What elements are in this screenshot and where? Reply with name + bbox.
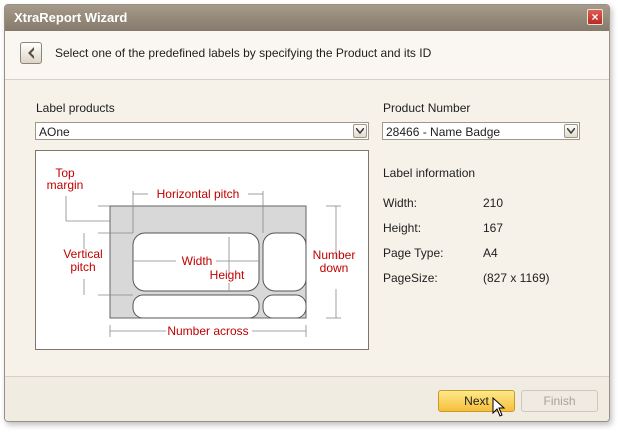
width-key: Width: xyxy=(383,196,418,210)
chevron-down-icon xyxy=(356,128,364,134)
height-value: 167 xyxy=(483,221,504,235)
product-number-dropdown-button[interactable] xyxy=(564,124,578,138)
top-margin-label-line2: margin xyxy=(47,178,84,192)
vertical-pitch-label-line1: Vertical xyxy=(63,247,102,261)
product-number-value: 28466 - Name Badge xyxy=(386,125,501,139)
label-layout-diagram: Top margin Horizontal pitch Vertical pit… xyxy=(35,150,369,350)
instruction-text: Select one of the predefined labels by s… xyxy=(55,46,432,60)
mouse-cursor-icon xyxy=(492,397,506,417)
wizard-header: Select one of the predefined labels by s… xyxy=(5,31,609,80)
number-down-label-line1: Number xyxy=(313,248,356,262)
wizard-footer: Next Finish xyxy=(5,376,609,421)
label-products-dropdown-button[interactable] xyxy=(353,124,367,138)
label-information-title: Label information xyxy=(383,166,476,180)
vertical-pitch-label-line2: pitch xyxy=(70,260,95,274)
chevron-down-icon xyxy=(567,128,575,134)
page-type-key: Page Type: xyxy=(383,246,444,260)
height-label: Height xyxy=(210,268,245,282)
product-number-label: Product Number xyxy=(383,101,471,115)
close-icon: × xyxy=(591,10,599,24)
label-layout-svg: Top margin Horizontal pitch Vertical pit… xyxy=(47,166,356,338)
width-label: Width xyxy=(182,254,213,268)
label-products-label: Label products xyxy=(36,101,115,115)
close-button[interactable]: × xyxy=(587,9,603,25)
wizard-window: XtraReport Wizard × Select one of the pr… xyxy=(4,4,610,422)
width-value: 210 xyxy=(483,196,504,210)
arrow-left-icon xyxy=(28,47,34,59)
wizard-content: Label products AOne Product Number 28466… xyxy=(5,80,609,376)
number-down-label-line2: down xyxy=(320,261,349,275)
back-button[interactable] xyxy=(20,42,42,64)
number-across-label: Number across xyxy=(167,324,248,338)
page-size-key: PageSize: xyxy=(383,271,438,285)
finish-button[interactable]: Finish xyxy=(521,390,598,412)
window-title: XtraReport Wizard xyxy=(14,10,128,25)
height-key: Height: xyxy=(383,221,422,235)
label-products-combo[interactable]: AOne xyxy=(35,122,369,140)
page-type-value: A4 xyxy=(483,246,498,260)
title-bar: XtraReport Wizard × xyxy=(5,5,609,31)
horizontal-pitch-label: Horizontal pitch xyxy=(157,187,240,201)
page-size-value: (827 x 1169) xyxy=(483,271,550,285)
product-number-combo[interactable]: 28466 - Name Badge xyxy=(382,122,580,140)
label-products-value: AOne xyxy=(39,125,70,139)
